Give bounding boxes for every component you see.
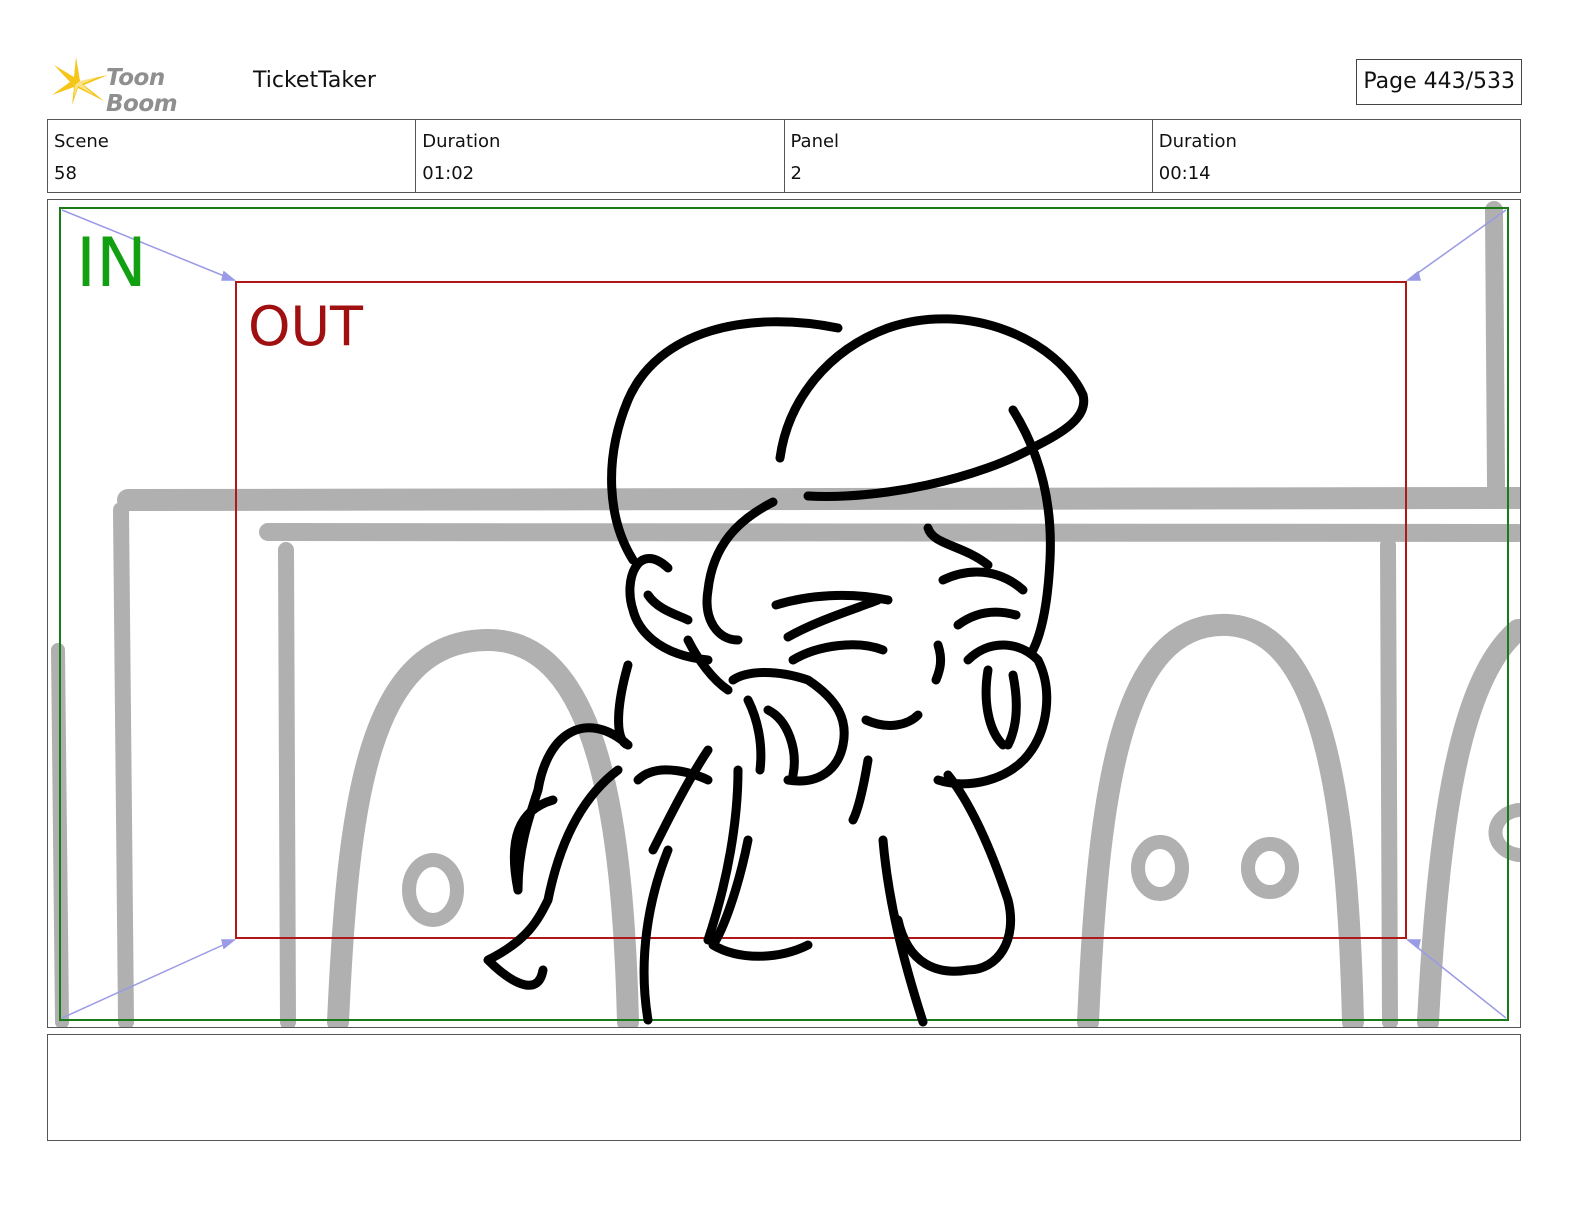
info-value: 00:14	[1158, 163, 1211, 184]
page-indicator: Page 443/533	[1356, 59, 1522, 105]
info-value: 58	[54, 163, 77, 184]
info-label: Duration	[1158, 131, 1237, 152]
scene-info-table: Scene 58 Duration 01:02 Panel 2 Duration…	[47, 119, 1521, 193]
starburst-icon	[52, 57, 108, 105]
storyboard-panel: IN OUT	[47, 199, 1521, 1028]
out-frame	[235, 281, 1407, 939]
toon-boom-logo: Toon Boom	[50, 55, 240, 117]
project-title: TicketTaker	[253, 68, 376, 93]
info-cell-panel: Panel 2	[785, 120, 1153, 192]
logo-wordmark: Toon Boom	[106, 65, 178, 117]
out-frame-label: OUT	[248, 295, 364, 358]
info-cell-scene: Scene 58	[48, 120, 417, 192]
character-sketch	[483, 314, 1089, 1027]
info-value: 01:02	[422, 163, 475, 184]
info-cell-panel-duration: Duration 00:14	[1153, 120, 1520, 192]
in-frame-label: IN	[76, 224, 147, 303]
info-label: Scene	[54, 131, 109, 152]
panel-notes-box	[47, 1034, 1521, 1141]
info-value: 2	[790, 163, 802, 184]
info-label: Duration	[422, 131, 501, 152]
storyboard-header: Toon Boom TicketTaker Page 443/533	[48, 55, 1522, 117]
info-label: Panel	[790, 131, 840, 152]
info-cell-scene-duration: Duration 01:02	[416, 120, 785, 192]
